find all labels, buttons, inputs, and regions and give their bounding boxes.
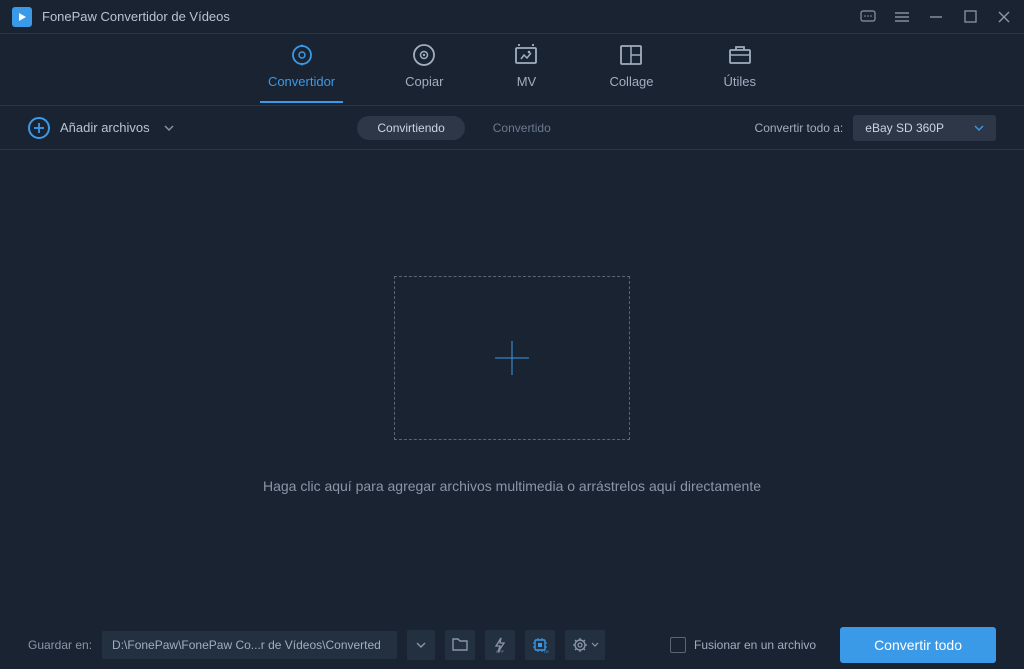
save-in-label: Guardar en: xyxy=(28,638,92,652)
settings-button[interactable] xyxy=(565,630,605,660)
lightning-icon: OFF xyxy=(491,636,509,654)
chevron-down-icon xyxy=(974,125,984,131)
format-value: eBay SD 360P xyxy=(865,121,944,135)
convert-all-button[interactable]: Convertir todo xyxy=(840,627,996,663)
gpu-toggle-button[interactable]: ON xyxy=(525,630,555,660)
tab-converter[interactable]: Convertidor xyxy=(268,42,335,97)
tab-collage[interactable]: Collage xyxy=(609,42,653,97)
svg-text:OFF: OFF xyxy=(496,649,505,654)
tab-copy[interactable]: Copiar xyxy=(405,42,443,97)
plus-icon xyxy=(495,341,529,375)
convert-all-label: Convertir todo a: xyxy=(755,121,844,135)
merge-label: Fusionar en un archivo xyxy=(694,638,816,652)
pill-converting[interactable]: Convirtiendo xyxy=(357,116,464,140)
window-controls xyxy=(860,9,1012,25)
minimize-button[interactable] xyxy=(928,9,944,25)
tab-tools[interactable]: Útiles xyxy=(724,42,757,97)
main-tabs: Convertidor Copiar MV Collage Útiles xyxy=(0,34,1024,106)
feedback-icon[interactable] xyxy=(860,9,876,25)
open-folder-button[interactable] xyxy=(445,630,475,660)
tab-label: MV xyxy=(517,74,537,89)
disc-icon xyxy=(411,42,437,68)
tab-label: Copiar xyxy=(405,74,443,89)
status-filter: Convirtiendo Convertido xyxy=(357,116,570,140)
collage-icon xyxy=(618,42,644,68)
chip-icon: ON xyxy=(531,636,549,654)
svg-text:ON: ON xyxy=(544,649,549,654)
sub-toolbar: Añadir archivos Convirtiendo Convertido … xyxy=(0,106,1024,150)
toolbox-icon xyxy=(727,42,753,68)
menu-icon[interactable] xyxy=(894,9,910,25)
plus-circle-icon xyxy=(28,117,50,139)
app-title: FonePaw Convertidor de Vídeos xyxy=(42,9,860,24)
format-select[interactable]: eBay SD 360P xyxy=(853,115,996,141)
drop-zone[interactable] xyxy=(394,276,630,440)
bottom-bar: Guardar en: D:\FonePaw\FonePaw Co...r de… xyxy=(0,620,1024,669)
converter-icon xyxy=(289,42,315,68)
close-button[interactable] xyxy=(996,9,1012,25)
chevron-down-icon xyxy=(591,642,599,647)
titlebar: FonePaw Convertidor de Vídeos xyxy=(0,0,1024,34)
add-files-button[interactable]: Añadir archivos xyxy=(28,117,174,139)
tab-mv[interactable]: MV xyxy=(513,42,539,97)
merge-group: Fusionar en un archivo xyxy=(670,637,816,653)
maximize-button[interactable] xyxy=(962,9,978,25)
tab-label: Convertidor xyxy=(268,74,335,89)
speed-toggle-button[interactable]: OFF xyxy=(485,630,515,660)
add-files-label: Añadir archivos xyxy=(60,120,150,135)
tab-label: Collage xyxy=(609,74,653,89)
folder-icon xyxy=(451,637,469,652)
drop-hint: Haga clic aquí para agregar archivos mul… xyxy=(263,478,761,494)
save-path-dropdown[interactable] xyxy=(407,630,435,660)
pill-converted[interactable]: Convertido xyxy=(473,116,571,140)
main-area: Haga clic aquí para agregar archivos mul… xyxy=(0,150,1024,620)
convert-all-format: Convertir todo a: eBay SD 360P xyxy=(755,115,996,141)
save-path-field[interactable]: D:\FonePaw\FonePaw Co...r de Vídeos\Conv… xyxy=(102,631,397,659)
mv-icon xyxy=(513,42,539,68)
save-path-value: D:\FonePaw\FonePaw Co...r de Vídeos\Conv… xyxy=(112,638,381,652)
app-logo xyxy=(12,7,32,27)
tab-label: Útiles xyxy=(724,74,757,89)
chevron-down-icon xyxy=(164,125,174,131)
merge-checkbox[interactable] xyxy=(670,637,686,653)
gear-icon xyxy=(572,637,588,653)
